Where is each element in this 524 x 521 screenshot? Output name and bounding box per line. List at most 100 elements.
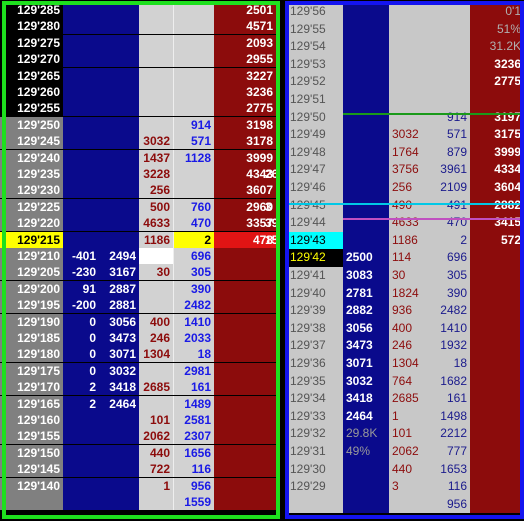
- ladder-row[interactable]: 129'195 -200 2881 2482: [0, 297, 283, 314]
- ladder-row[interactable]: 129'37 3473 246 1932: [287, 337, 524, 355]
- price-cell[interactable]: 129'40: [287, 284, 343, 303]
- price-cell[interactable]: 129'33: [287, 407, 343, 426]
- bid-size-cell[interactable]: [343, 495, 389, 514]
- ask-size-cell[interactable]: 3197: [470, 108, 524, 127]
- price-cell[interactable]: 129'160: [0, 412, 63, 428]
- price-cell[interactable]: 129'145: [0, 461, 63, 478]
- bid-size-cell[interactable]: [99, 412, 139, 428]
- bid-size-cell[interactable]: [343, 108, 389, 127]
- bid-size-cell[interactable]: 3056: [99, 313, 139, 330]
- price-cell[interactable]: 129'140: [0, 477, 63, 494]
- ask-size-cell[interactable]: 3175: [470, 126, 524, 144]
- bid-size-cell[interactable]: 3473: [343, 337, 389, 355]
- ladder-row[interactable]: 129'52 2775: [287, 73, 524, 91]
- ask-size-cell[interactable]: [470, 284, 524, 303]
- ladder-row[interactable]: 129'29 3 116: [287, 478, 524, 496]
- bid-size-cell[interactable]: [99, 149, 139, 166]
- ask-size-cell[interactable]: [470, 302, 524, 320]
- ladder-row[interactable]: 129'41 3083 30 305: [287, 267, 524, 285]
- bid-size-cell[interactable]: 3473: [99, 330, 139, 346]
- ladder-row[interactable]: 129'56 0'1: [287, 3, 524, 21]
- price-cell[interactable]: 129'37: [287, 337, 343, 355]
- ladder-row[interactable]: 129'165 2 2464 1489: [0, 395, 283, 412]
- ask-size-cell[interactable]: 31.2K: [470, 38, 524, 56]
- ladder-row[interactable]: 1559: [0, 494, 283, 510]
- price-cell[interactable]: 129'47: [287, 161, 343, 179]
- ask-size-cell[interactable]: [470, 478, 524, 496]
- price-cell[interactable]: 129'44: [287, 214, 343, 232]
- price-cell[interactable]: 129'41: [287, 267, 343, 285]
- price-cell[interactable]: 129'205: [0, 264, 63, 281]
- ladder-row[interactable]: 129'50 914 3197: [287, 108, 524, 127]
- ladder-row[interactable]: 129'280 4571: [0, 18, 283, 35]
- price-cell[interactable]: 129'46: [287, 179, 343, 197]
- price-cell[interactable]: 129'43: [287, 231, 343, 250]
- bid-size-cell[interactable]: [99, 67, 139, 84]
- ask-size-cell[interactable]: [470, 267, 524, 285]
- price-cell[interactable]: 129'210: [0, 248, 63, 264]
- ask-size-cell[interactable]: [470, 407, 524, 426]
- price-cell[interactable]: 129'170: [0, 379, 63, 396]
- bid-size-cell[interactable]: [99, 84, 139, 100]
- ladder-row[interactable]: 129'51: [287, 91, 524, 109]
- price-cell[interactable]: 129'36: [287, 355, 343, 373]
- ladder-row[interactable]: 129'225 500 760 2960 3: [0, 198, 283, 215]
- ladder-row[interactable]: 129'155 2062 2307: [0, 428, 283, 445]
- ask-size-cell[interactable]: [470, 319, 524, 338]
- bid-size-cell[interactable]: [99, 182, 139, 199]
- price-cell[interactable]: 129'30: [287, 460, 343, 479]
- ladder-row[interactable]: 129'49 3032 571 3175: [287, 126, 524, 144]
- bid-size-cell[interactable]: 2494: [99, 248, 139, 264]
- ask-size-cell[interactable]: 2775: [470, 73, 524, 91]
- ladder-row[interactable]: 129'200 91 2887 390: [0, 280, 283, 297]
- ask-size-cell[interactable]: 3999: [470, 143, 524, 162]
- price-cell[interactable]: 129'53: [287, 55, 343, 74]
- ladder-row[interactable]: 129'38 3056 400 1410: [287, 319, 524, 338]
- price-cell[interactable]: 129'275: [0, 34, 63, 51]
- price-cell[interactable]: 129'280: [0, 18, 63, 35]
- ladder-row[interactable]: 129'235 3228 4343 26: [0, 166, 283, 182]
- bid-size-cell[interactable]: [99, 215, 139, 232]
- price-cell[interactable]: 129'255: [0, 100, 63, 117]
- ladder-row[interactable]: 129'175 0 3032 2981: [0, 362, 283, 379]
- ladder-row[interactable]: 129'53 3236: [287, 55, 524, 74]
- ladder-row[interactable]: 129'145 722 116: [0, 461, 283, 478]
- bid-size-cell[interactable]: [99, 51, 139, 68]
- price-cell[interactable]: 129'34: [287, 390, 343, 408]
- price-cell[interactable]: 129'180: [0, 346, 63, 363]
- price-cell[interactable]: 129'265: [0, 67, 63, 84]
- ladder-row[interactable]: 129'190 0 3056 400 1410: [0, 313, 283, 330]
- ask-size-cell[interactable]: 2882: [470, 196, 524, 215]
- bid-size-cell[interactable]: [99, 198, 139, 215]
- bid-size-cell[interactable]: 29.8K: [343, 425, 389, 443]
- ladder-row[interactable]: 129'245 3032 571 3178: [0, 133, 283, 150]
- ladder-row[interactable]: 129'36 3071 1304 18: [287, 355, 524, 373]
- bid-size-cell[interactable]: [99, 100, 139, 117]
- ladder-row[interactable]: 129'46 256 2109 3604: [287, 179, 524, 197]
- bid-size-cell[interactable]: [343, 73, 389, 91]
- ask-size-cell[interactable]: 51%: [470, 20, 524, 39]
- bid-size-cell[interactable]: [343, 179, 389, 197]
- ladder-row[interactable]: 129'35 3032 764 1682: [287, 372, 524, 391]
- price-cell[interactable]: 129'38: [287, 319, 343, 338]
- ladder-row[interactable]: 129'40 2781 1824 390: [287, 284, 524, 303]
- bid-size-cell[interactable]: 3167: [99, 264, 139, 281]
- ask-size-cell[interactable]: [470, 91, 524, 109]
- ask-size-cell[interactable]: 0'1: [470, 3, 524, 21]
- bid-size-cell[interactable]: [99, 116, 139, 133]
- bid-size-cell[interactable]: [99, 461, 139, 478]
- price-cell[interactable]: 129'55: [287, 20, 343, 39]
- ladder-row[interactable]: 129'210 -401 2494 696: [0, 248, 283, 264]
- bid-size-cell[interactable]: 3418: [99, 379, 139, 396]
- ladder-row[interactable]: 129'265 3227: [0, 67, 283, 84]
- ask-size-cell[interactable]: 3604: [470, 179, 524, 197]
- price-cell[interactable]: [0, 494, 63, 510]
- bid-size-cell[interactable]: 3056: [343, 319, 389, 338]
- price-cell[interactable]: 129'45: [287, 196, 343, 215]
- price-cell[interactable]: 129'39: [287, 302, 343, 320]
- bid-size-cell[interactable]: [343, 20, 389, 39]
- ask-size-cell[interactable]: [470, 460, 524, 479]
- bid-size-cell[interactable]: 3032: [343, 372, 389, 391]
- price-cell[interactable]: 129'54: [287, 38, 343, 56]
- price-cell[interactable]: 129'42: [287, 249, 343, 267]
